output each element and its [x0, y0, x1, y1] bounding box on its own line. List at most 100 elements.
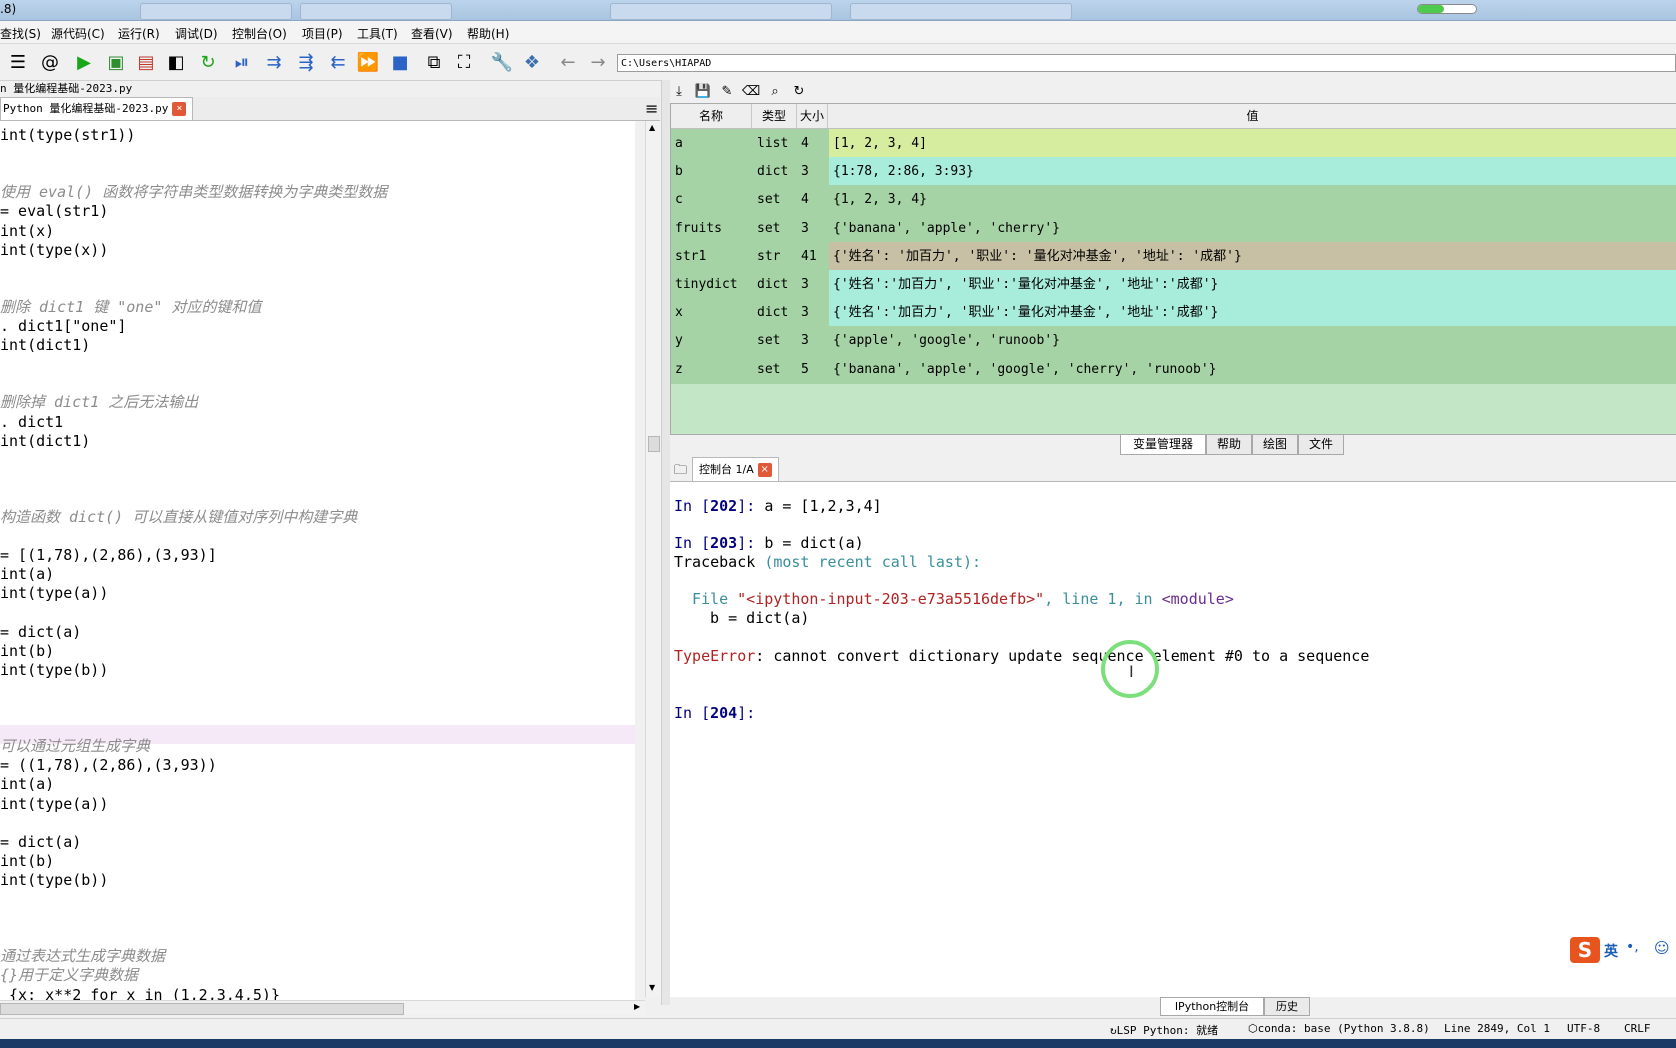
- tab-variable-explorer[interactable]: 变量管理器: [1120, 434, 1206, 455]
- close-tab-icon[interactable]: ×: [757, 463, 772, 477]
- search-icon[interactable]: ⌕: [766, 82, 784, 100]
- step-into-icon[interactable]: ⇶: [294, 50, 318, 74]
- scrollbar-thumb[interactable]: [648, 436, 660, 452]
- menu-source[interactable]: 源代码(C): [51, 25, 105, 42]
- column-header-type[interactable]: 类型: [752, 104, 797, 128]
- python-path-icon[interactable]: ❖: [520, 50, 544, 74]
- outline-list-icon[interactable]: ☰: [6, 50, 30, 74]
- pane-splitter[interactable]: [661, 80, 670, 1005]
- forward-arrow-icon[interactable]: →: [586, 50, 610, 74]
- code-editor[interactable]: int(type(str1)) 使用 eval() 函数将字符串类型数据转换为字典…: [0, 121, 635, 1001]
- table-row[interactable]: str1 str 41 {'姓名': '加百力', '职业': '量化对冲基金', '…: [671, 241, 1676, 271]
- emoji-icon[interactable]: ☺: [1654, 939, 1670, 957]
- console-code: b = dict(a): [764, 534, 864, 552]
- table-row[interactable]: x dict 3 {'姓名':'加百力', '职业':'量化对冲基金', '地址':'…: [671, 298, 1676, 328]
- table-row[interactable]: z set 5 {'banana', 'apple', 'google', 'cher…: [671, 354, 1676, 384]
- variable-size-cell: 4: [797, 185, 830, 215]
- maximize-pane-icon[interactable]: ⧉: [422, 50, 446, 74]
- variable-size-cell: 41: [797, 241, 830, 271]
- working-directory-input[interactable]: C:\Users\HIAPAD: [617, 54, 1676, 72]
- variable-name-cell: x: [671, 298, 754, 328]
- continue-icon[interactable]: ⏩: [356, 50, 380, 74]
- editor-tab[interactable]: Python 量化编程基础-2023.py ×: [0, 97, 194, 120]
- close-tab-icon[interactable]: ×: [172, 102, 187, 116]
- fullscreen-icon[interactable]: ⛶: [452, 50, 476, 74]
- column-header-name[interactable]: 名称: [671, 104, 752, 128]
- file-name: "<ipython-input-203-e73a5516defb>": [737, 590, 1045, 608]
- menu-search[interactable]: 查找(S): [0, 25, 41, 42]
- table-row[interactable]: y set 3 {'apple', 'google', 'runoob'}: [671, 326, 1676, 356]
- run-icon[interactable]: ▶: [72, 50, 96, 74]
- code-line: = dict(a): [0, 832, 82, 851]
- at-icon[interactable]: @: [38, 50, 62, 74]
- run-selection-icon[interactable]: ◧: [164, 50, 188, 74]
- menu-bar: 查找(S) 源代码(C) 运行(R) 调试(D) 控制台(O) 项目(P) 工具…: [0, 21, 1676, 44]
- import-data-icon[interactable]: ⤓: [670, 82, 688, 100]
- variable-name-cell: c: [671, 185, 754, 215]
- refresh-icon[interactable]: ↻: [790, 82, 808, 100]
- scroll-right-icon[interactable]: ▶: [634, 1002, 640, 1011]
- stop-icon[interactable]: ■: [388, 50, 412, 74]
- tab-ipython-console[interactable]: IPython控制台: [1160, 997, 1264, 1016]
- table-row[interactable]: tinydict dict 3 {'姓名':'加百力', '职业':'量化对冲基金',…: [671, 270, 1676, 299]
- tab-history[interactable]: 历史: [1264, 997, 1310, 1016]
- editor-tab-bar: Python 量化编程基础-2023.py × ≡: [0, 97, 660, 121]
- ime-mode-label[interactable]: 英: [1604, 941, 1618, 961]
- table-row[interactable]: c set 4 {1, 2, 3, 4}: [671, 185, 1676, 215]
- console-tab[interactable]: 控制台 1/A ×: [692, 457, 779, 481]
- ipython-console[interactable]: In [202]: a = [1,2,3,4] In [203]: b = di…: [670, 482, 1676, 997]
- scroll-down-icon[interactable]: ▼: [649, 983, 655, 992]
- save-as-icon[interactable]: ✎: [718, 82, 736, 100]
- code-line: 使用 eval() 函数将字符串类型数据转换为字典类型数据: [0, 183, 388, 202]
- table-row[interactable]: fruits set 3 {'banana', 'apple', 'cherry'}: [671, 213, 1676, 243]
- debug-icon[interactable]: ⏯: [230, 50, 254, 74]
- menu-project[interactable]: 项目(P): [302, 25, 343, 42]
- table-header: 名称 类型 大小 值: [671, 104, 1676, 129]
- eraser-icon[interactable]: ⌫: [742, 82, 760, 100]
- editor-vertical-scrollbar[interactable]: ▲ ▼: [645, 121, 662, 997]
- menu-run[interactable]: 运行(R): [118, 25, 160, 42]
- browser-tab-ghost: [140, 3, 292, 20]
- sogou-logo-icon[interactable]: S: [1570, 937, 1600, 963]
- rerun-icon[interactable]: ↻: [196, 50, 220, 74]
- variable-type-cell: dict: [753, 298, 802, 328]
- in-keyword: , in: [1116, 590, 1162, 608]
- variable-value-cell: {'姓名':'加百力', '职业':'量化对冲基金', '地址':'成都'}: [829, 298, 1676, 328]
- save-icon[interactable]: 💾: [694, 82, 712, 100]
- menu-view[interactable]: 查看(V): [411, 25, 453, 42]
- menu-help[interactable]: 帮助(H): [467, 25, 509, 42]
- console-line: In [203]: b = dict(a): [674, 534, 864, 553]
- run-cell-advance-icon[interactable]: ▤: [134, 50, 158, 74]
- tab-plots[interactable]: 绘图: [1252, 434, 1298, 455]
- table-row[interactable]: b dict 3 {1:78, 2:86, 3:93}: [671, 157, 1676, 187]
- os-taskbar: [0, 1039, 1676, 1048]
- code-line: int(type(x)): [0, 240, 109, 259]
- wrench-icon[interactable]: 🔧: [490, 50, 514, 74]
- column-header-size[interactable]: 大小: [797, 104, 828, 128]
- code-line: 可以通过元组生成字典: [0, 737, 151, 756]
- back-arrow-icon[interactable]: ←: [556, 50, 580, 74]
- run-cell-icon[interactable]: ▣: [104, 50, 128, 74]
- code-line: = [(1,78),(2,86),(3,93)]: [0, 546, 217, 565]
- variable-name-cell: a: [671, 129, 754, 158]
- console-browse-icon[interactable]: 🗀: [674, 461, 687, 483]
- step-icon[interactable]: ⇉: [262, 50, 286, 74]
- conda-status: ⬡conda: base (Python 3.8.8): [1248, 1022, 1430, 1035]
- code-line: = dict(a): [0, 622, 82, 641]
- menu-tools[interactable]: 工具(T): [357, 25, 398, 42]
- step-return-icon[interactable]: ⇇: [326, 50, 350, 74]
- tab-files[interactable]: 文件: [1298, 434, 1344, 455]
- punctuation-icon[interactable]: •,: [1626, 939, 1639, 955]
- editor-horizontal-scrollbar[interactable]: ▶: [0, 1000, 645, 1015]
- menu-debug[interactable]: 调试(D): [175, 25, 218, 42]
- table-row[interactable]: a list 4 [1, 2, 3, 4]: [671, 129, 1676, 158]
- browser-tab-ghost: [850, 3, 1072, 20]
- variable-type-cell: str: [753, 241, 802, 271]
- menu-console[interactable]: 控制台(O): [232, 25, 287, 42]
- column-header-value[interactable]: 值: [828, 104, 1676, 128]
- scroll-up-icon[interactable]: ▲: [649, 123, 655, 132]
- scrollbar-thumb[interactable]: [0, 1003, 404, 1015]
- ime-toolbar[interactable]: S 英 •, ☺: [1570, 935, 1676, 965]
- tab-help[interactable]: 帮助: [1206, 434, 1252, 455]
- editor-options-icon[interactable]: ≡: [645, 99, 658, 118]
